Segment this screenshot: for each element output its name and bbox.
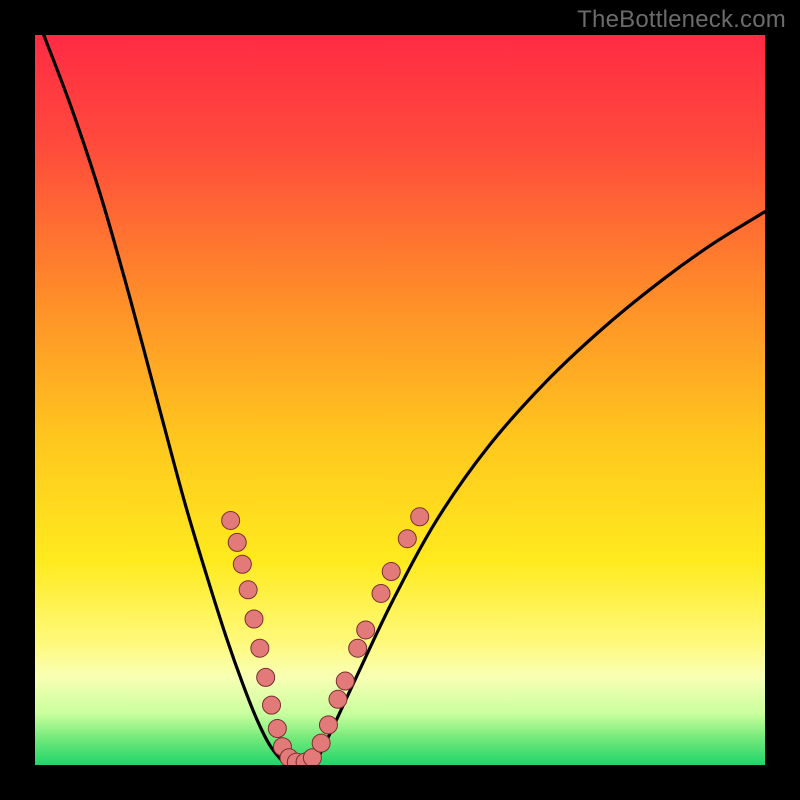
data-marker [251,639,269,657]
watermark-text: TheBottleneck.com [577,6,786,34]
chart-frame: TheBottleneck.com [0,0,800,800]
data-marker [312,734,330,752]
data-marker [263,696,281,714]
data-marker [245,610,263,628]
data-marker [319,716,337,734]
data-marker [349,639,367,657]
data-marker [372,584,390,602]
data-marker [329,690,347,708]
plot-area [35,35,765,765]
data-marker [233,555,251,573]
data-marker [268,720,286,738]
gradient-background [35,35,765,765]
data-marker [357,621,375,639]
data-marker [382,563,400,581]
data-marker [411,508,429,526]
data-marker [398,530,416,548]
data-marker [228,533,246,551]
chart-svg [35,35,765,765]
data-marker [336,672,354,690]
data-marker [257,668,275,686]
data-marker [222,511,240,529]
data-marker [239,581,257,599]
